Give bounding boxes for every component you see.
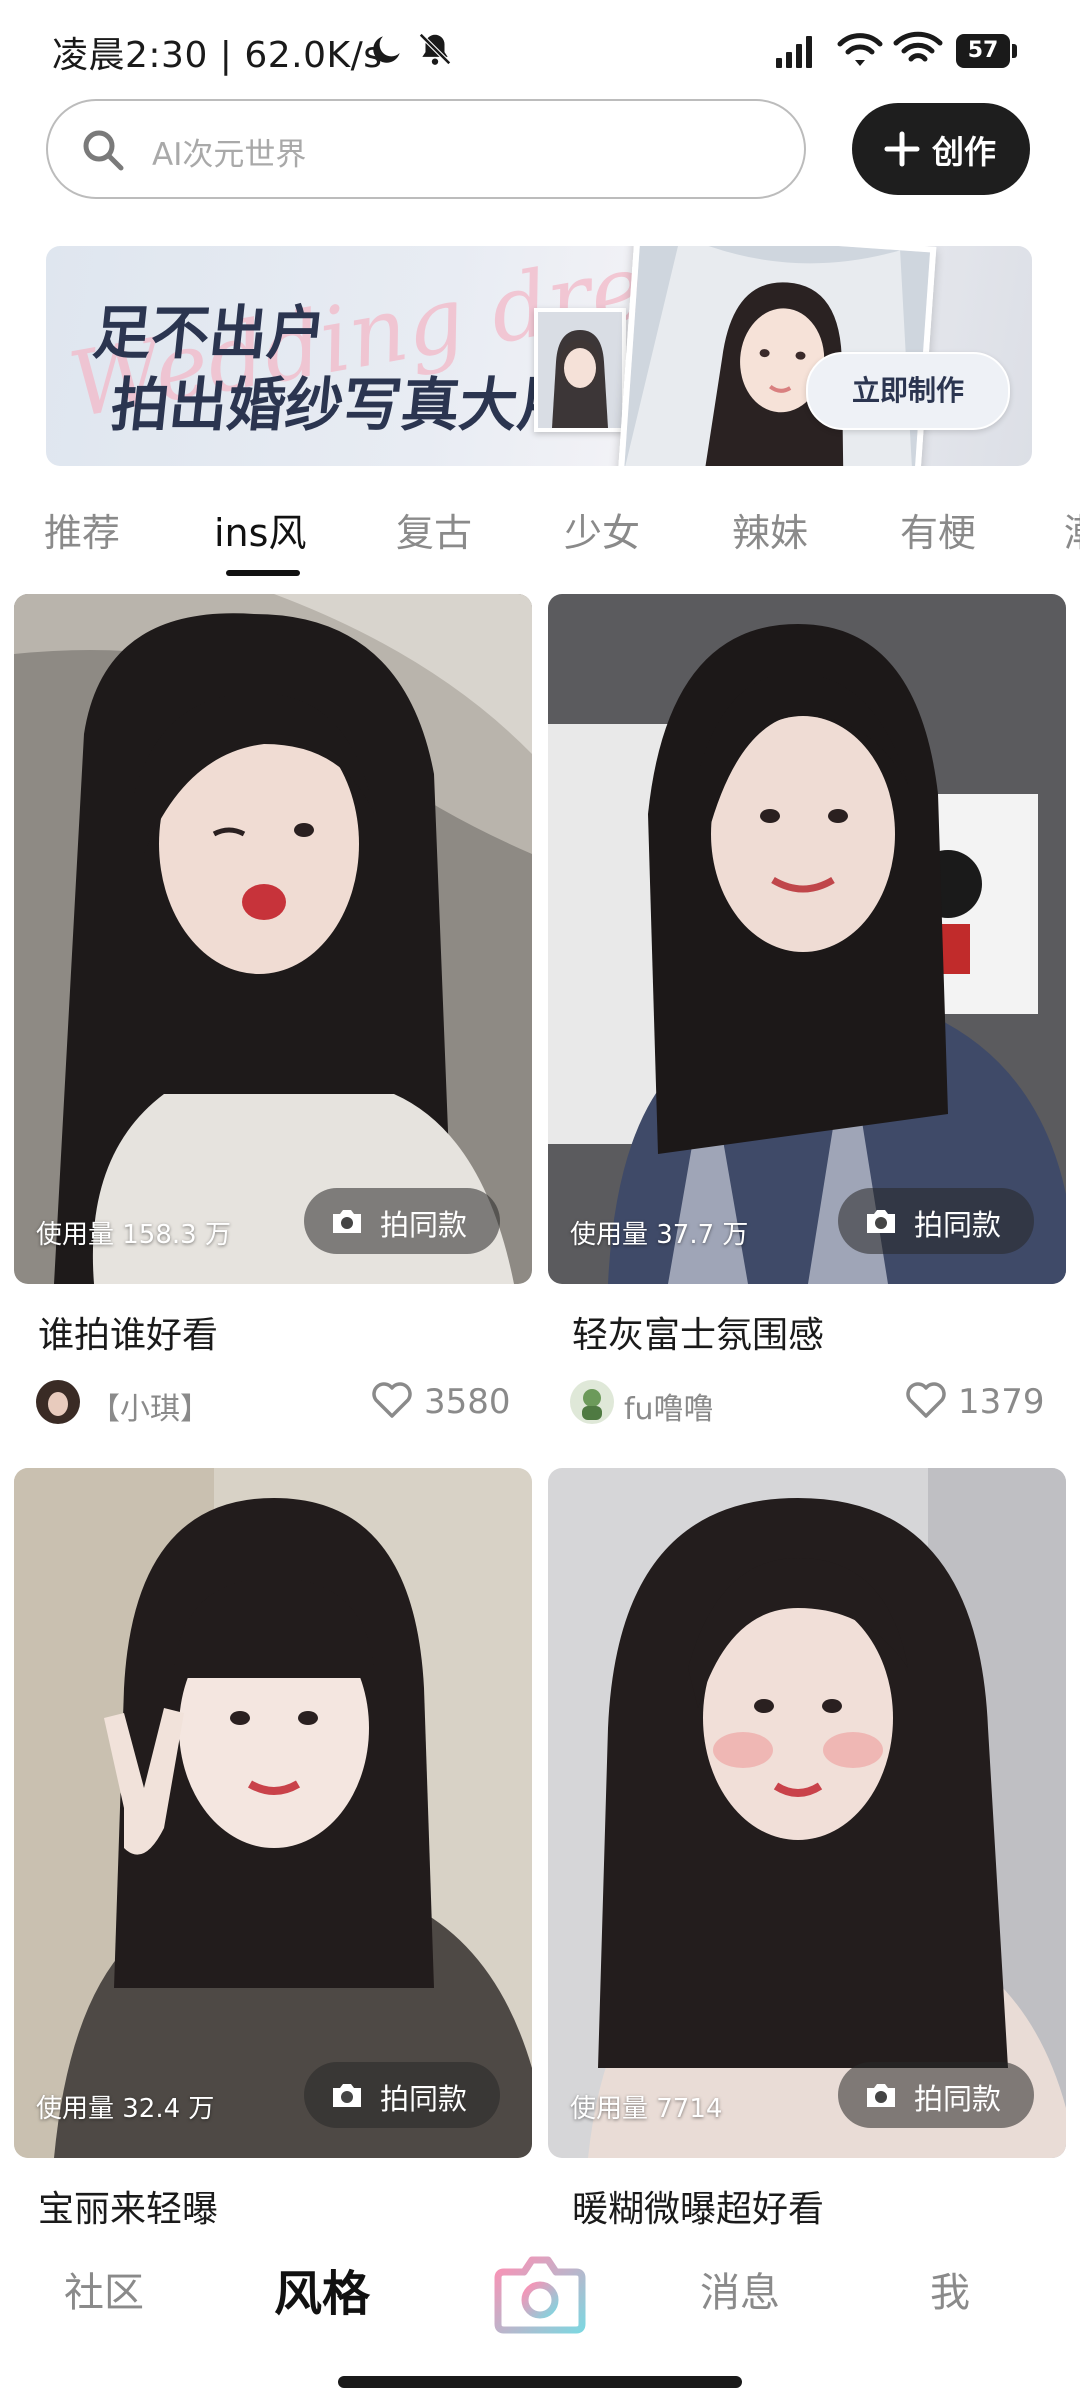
tab-trend[interactable]: 潮 <box>1064 502 1080 557</box>
author-name[interactable]: 【小琪】 <box>90 1384 210 1428</box>
home-indicator[interactable] <box>338 2376 742 2388</box>
card-photo[interactable] <box>14 594 532 1284</box>
create-button[interactable]: 创作 <box>852 103 1030 195</box>
like-count: 3580 <box>424 1382 511 1422</box>
bell-muted-icon <box>419 33 451 65</box>
author-avatar[interactable] <box>570 1380 614 1424</box>
search-placeholder: AI次元世界 <box>152 137 307 173</box>
card-photo[interactable] <box>548 1468 1066 2158</box>
heart-icon[interactable] <box>370 1380 414 1420</box>
status-time-speed: 凌晨2:30 | 62.0K/s <box>52 35 383 76</box>
banner-portrait-thumbnail <box>534 308 626 432</box>
shoot-same-label: 拍同款 <box>914 1208 1002 1242</box>
card-photo[interactable] <box>548 594 1066 1284</box>
like-count: 1379 <box>958 1382 1045 1422</box>
usage-count: 使用量 7714 <box>570 2094 723 2124</box>
camera-icon <box>333 2084 361 2107</box>
tab-meme[interactable]: 有梗 <box>900 502 976 557</box>
shoot-same-button[interactable]: 拍同款 <box>838 1188 1034 1254</box>
camera-icon <box>867 2084 895 2107</box>
nav-me[interactable]: 我 <box>930 2260 970 2318</box>
plus-icon <box>884 131 920 167</box>
wifi-signal-icon <box>837 33 883 66</box>
banner-cta-button[interactable]: 立即制作 <box>806 352 1010 430</box>
moon-icon <box>373 36 400 63</box>
usage-count: 使用量 37.7 万 <box>570 1220 749 1250</box>
tab-active-indicator <box>226 570 300 576</box>
status-bar: 凌晨2:30 | 62.0K/s 57 <box>0 0 1080 96</box>
shoot-same-button[interactable]: 拍同款 <box>304 1188 500 1254</box>
heart-icon[interactable] <box>904 1380 948 1420</box>
card-title[interactable]: 暖糊微曝超好看 <box>572 2180 824 2232</box>
usage-count: 使用量 32.4 万 <box>36 2094 215 2124</box>
card-photo[interactable] <box>14 1468 532 2158</box>
tab-ins[interactable]: ins风 <box>214 502 306 557</box>
nav-messages[interactable]: 消息 <box>700 2260 780 2318</box>
battery-indicator: 57 <box>956 34 1010 68</box>
card-title[interactable]: 宝丽来轻曝 <box>38 2180 218 2232</box>
banner-subheadline: 拍出婚纱写真大片 <box>107 371 580 439</box>
camera-shoot-icon[interactable] <box>494 2246 586 2338</box>
tab-retro[interactable]: 复古 <box>396 502 472 557</box>
tab-girl[interactable]: 少女 <box>564 502 640 557</box>
create-label: 创作 <box>932 133 997 171</box>
shoot-same-label: 拍同款 <box>380 1208 468 1242</box>
style-tabs: 推荐 ins风 复古 少女 辣妹 有梗 潮 <box>0 490 1080 590</box>
author-avatar[interactable] <box>36 1380 80 1424</box>
usage-count: 使用量 158.3 万 <box>36 1220 231 1250</box>
shoot-same-label: 拍同款 <box>380 2082 468 2116</box>
nav-style[interactable]: 风格 <box>274 2254 370 2324</box>
shoot-same-button[interactable]: 拍同款 <box>838 2062 1034 2128</box>
tab-hot-girl[interactable]: 辣妹 <box>732 502 808 557</box>
signal-icon <box>776 36 812 68</box>
card-title[interactable]: 轻灰富士氛围感 <box>572 1306 824 1358</box>
shoot-same-label: 拍同款 <box>914 2082 1002 2116</box>
nav-community[interactable]: 社区 <box>64 2260 144 2318</box>
promo-banner[interactable]: Wedding dress 足不出户 拍出婚纱写真大片 立即制作 <box>46 246 1032 466</box>
card-title[interactable]: 谁拍谁好看 <box>38 1306 218 1358</box>
bottom-navigation: 社区 风格 消息 我 <box>0 2240 1080 2400</box>
search-input[interactable]: AI次元世界 <box>46 99 806 199</box>
tab-recommend[interactable]: 推荐 <box>44 502 120 557</box>
camera-icon <box>867 1210 895 1233</box>
search-icon <box>83 130 124 171</box>
shoot-same-button[interactable]: 拍同款 <box>304 2062 500 2128</box>
author-name[interactable]: fu噜噜 <box>624 1384 714 1428</box>
battery-tip <box>1012 44 1017 58</box>
camera-icon <box>333 1210 361 1233</box>
wifi-icon <box>893 31 943 62</box>
